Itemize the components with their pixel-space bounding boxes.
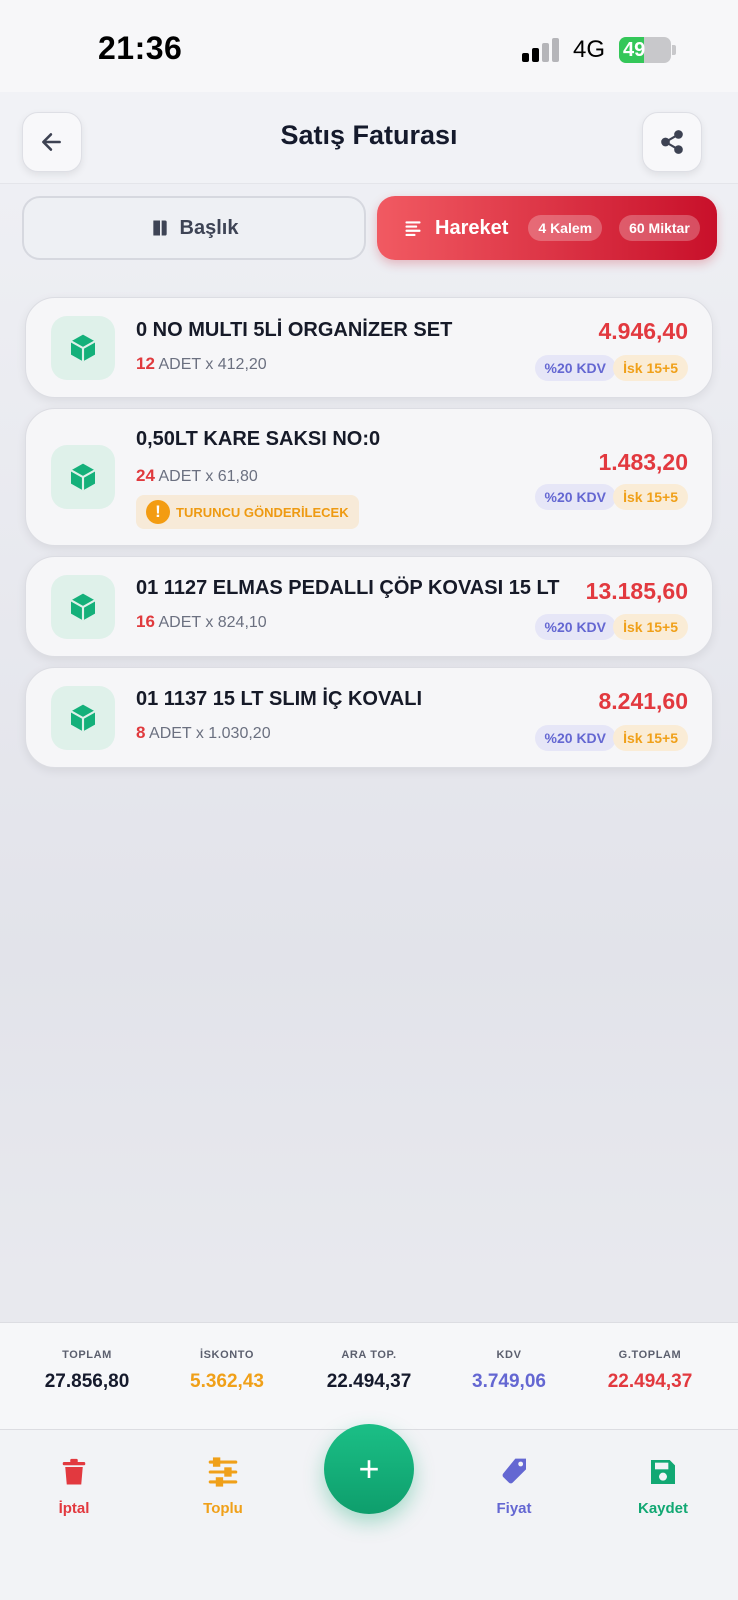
item-quantity: 24 ADET x 61,80 <box>136 466 258 486</box>
total-kdv: KDV 3.749,06 <box>435 1323 583 1393</box>
miktar-count-badge: 60 Miktar <box>619 215 700 241</box>
tab-hareket[interactable]: Hareket 4 Kalem 60 Miktar <box>377 196 717 260</box>
item-quantity: 8 ADET x 1.030,20 <box>136 723 271 743</box>
book-icon <box>152 220 167 236</box>
item-quantity: 12 ADET x 412,20 <box>136 354 267 374</box>
bulk-label: Toplu <box>203 1500 243 1517</box>
trash-icon <box>19 1452 129 1492</box>
share-icon <box>661 130 683 154</box>
discount-badge: İsk 15+5 <box>613 614 688 640</box>
share-button[interactable] <box>642 112 702 172</box>
kdv-badge: %20 KDV <box>534 355 616 381</box>
discount-badge: İsk 15+5 <box>613 355 688 381</box>
add-item-button[interactable]: + <box>324 1424 414 1514</box>
list-item[interactable]: 0,50LT KARE SAKSI NO:0 24 ADET x 61,80 !… <box>25 408 713 546</box>
total-kdv-label: KDV <box>496 1349 522 1361</box>
item-total: 4.946,40 <box>598 318 688 344</box>
item-name: 0 NO MULTI 5Lİ ORGANİZER SET <box>136 319 453 341</box>
bulk-button[interactable]: Toplu <box>168 1452 278 1517</box>
item-qty: 8 <box>136 723 146 742</box>
item-total: 8.241,60 <box>598 688 688 714</box>
item-unit-price: ADET x 1.030,20 <box>149 725 271 742</box>
item-unit-price: ADET x 61,80 <box>158 468 258 485</box>
total-ara-top-label: ARA TOP. <box>341 1349 397 1361</box>
item-total: 13.185,60 <box>585 578 688 604</box>
box-icon <box>51 686 115 750</box>
app-header: Satış Faturası <box>0 92 738 184</box>
status-bar: 21:36 4G 49 <box>0 0 738 92</box>
list-icon <box>405 221 421 236</box>
item-quantity: 16 ADET x 824,10 <box>136 612 267 632</box>
total-g-toplam: G.TOPLAM 22.494,37 <box>576 1323 724 1393</box>
discount-badge: İsk 15+5 <box>613 484 688 510</box>
item-unit-price: ADET x 824,10 <box>158 614 267 631</box>
signal-icon <box>522 38 562 62</box>
page-title: Satış Faturası <box>280 120 458 150</box>
list-item[interactable]: 01 1127 ELMAS PEDALLI ÇÖP KOVASI 15 LT 1… <box>25 556 713 657</box>
save-label: Kaydet <box>637 1500 689 1517</box>
box-icon <box>51 445 115 509</box>
item-qty: 16 <box>136 612 155 631</box>
box-icon <box>51 316 115 380</box>
battery-tip <box>672 45 676 55</box>
total-iskonto-value: 5.362,43 <box>190 1371 264 1392</box>
discount-badge: İsk 15+5 <box>613 725 688 751</box>
battery-icon: 49 <box>619 37 671 63</box>
item-qty: 24 <box>136 466 155 485</box>
cancel-label: İptal <box>58 1500 90 1517</box>
total-ara-top: ARA TOP. 22.494,37 <box>295 1323 443 1393</box>
plus-icon: + <box>358 1448 380 1489</box>
status-time: 21:36 <box>98 30 183 66</box>
list-item[interactable]: 01 1137 15 LT SLIM İÇ KOVALI 8 ADET x 1.… <box>25 667 713 768</box>
total-iskonto: İSKONTO 5.362,43 <box>153 1323 301 1393</box>
item-name: 0,50LT KARE SAKSI NO:0 <box>136 428 381 450</box>
cancel-button[interactable]: İptal <box>19 1452 129 1517</box>
sliders-icon <box>168 1452 278 1492</box>
kdv-badge: %20 KDV <box>534 614 616 640</box>
price-label: Fiyat <box>496 1500 532 1517</box>
total-toplam-label: TOPLAM <box>62 1349 112 1361</box>
item-unit-price: ADET x 412,20 <box>158 356 267 373</box>
total-iskonto-label: İSKONTO <box>199 1349 255 1361</box>
list-item[interactable]: 0 NO MULTI 5Lİ ORGANİZER SET 12 ADET x 4… <box>25 297 713 398</box>
item-name: 01 1137 15 LT SLIM İÇ KOVALI <box>136 688 423 710</box>
total-kdv-value: 3.749,06 <box>472 1371 546 1392</box>
item-name: 01 1127 ELMAS PEDALLI ÇÖP KOVASI 15 LT <box>136 577 560 599</box>
totals-bar: TOPLAM 27.856,80 İSKONTO 5.362,43 ARA TO… <box>0 1322 738 1430</box>
total-toplam: TOPLAM 27.856,80 <box>13 1323 161 1393</box>
network-type: 4G <box>573 36 606 63</box>
save-icon <box>608 1452 718 1492</box>
item-qty: 12 <box>136 354 155 373</box>
tab-baslik-label: Başlık <box>179 216 239 239</box>
battery-percent: 49 <box>623 39 646 61</box>
tab-baslik[interactable]: Başlık <box>22 196 366 260</box>
tab-hareket-label: Hareket <box>435 216 509 239</box>
item-note: ! TURUNCU GÖNDERİLECEK <box>136 495 359 529</box>
total-g-toplam-label: G.TOPLAM <box>618 1349 682 1361</box>
kdv-badge: %20 KDV <box>534 725 616 751</box>
item-note-text: TURUNCU GÖNDERİLECEK <box>176 504 349 520</box>
total-toplam-value: 27.856,80 <box>44 1371 130 1392</box>
warning-icon: ! <box>146 500 170 524</box>
total-g-toplam-value: 22.494,37 <box>607 1371 693 1392</box>
kalem-count-badge: 4 Kalem <box>528 215 603 241</box>
total-ara-top-value: 22.494,37 <box>326 1371 412 1392</box>
save-button[interactable]: Kaydet <box>608 1452 718 1517</box>
box-icon <box>51 575 115 639</box>
bottom-nav: İptal Toplu + Fiyat Kaydet <box>0 1424 738 1600</box>
price-button[interactable]: Fiyat <box>459 1452 569 1517</box>
tag-icon <box>459 1452 569 1492</box>
kdv-badge: %20 KDV <box>534 484 616 510</box>
item-total: 1.483,20 <box>598 449 688 475</box>
